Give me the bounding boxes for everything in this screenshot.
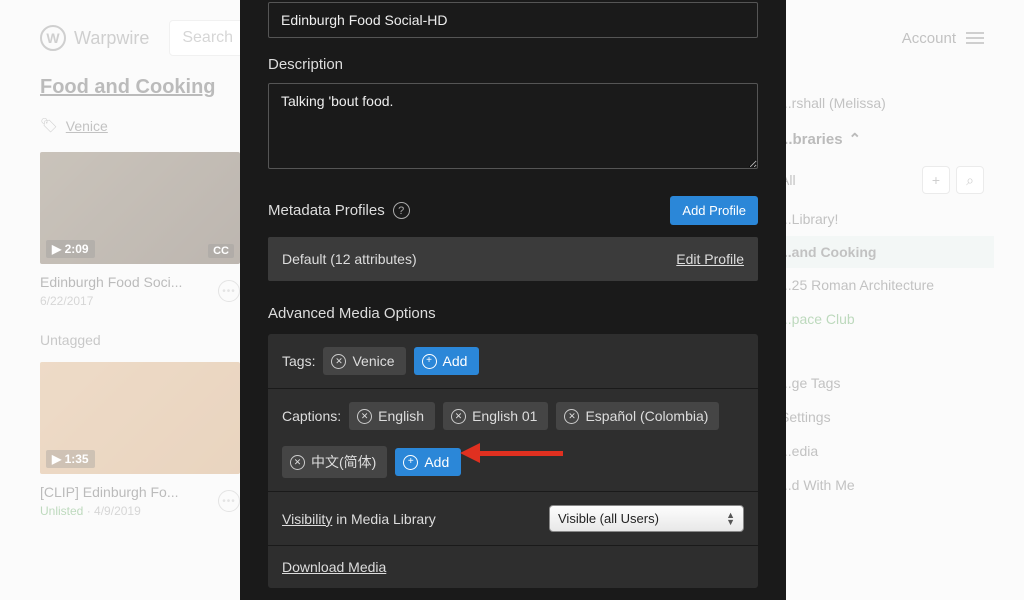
remove-icon[interactable]: ✕ [331, 354, 346, 369]
download-row: Download Media [268, 546, 758, 588]
remove-icon[interactable]: ✕ [357, 409, 372, 424]
select-arrows-icon: ▲▼ [726, 512, 735, 526]
description-textarea[interactable]: Talking 'bout food. [268, 83, 758, 169]
visibility-select[interactable]: Visible (all Users) ▲▼ [549, 505, 744, 532]
visibility-label: Visibility in Media Library [282, 511, 436, 527]
help-icon[interactable]: ? [393, 202, 410, 219]
remove-icon[interactable]: ✕ [290, 455, 305, 470]
plus-icon: + [422, 354, 437, 369]
remove-icon[interactable]: ✕ [564, 409, 579, 424]
add-tag-button[interactable]: + Add [414, 347, 480, 375]
visibility-row: Visibility in Media Library Visible (all… [268, 492, 758, 546]
description-label: Description [268, 56, 758, 73]
edit-profile-link[interactable]: Edit Profile [676, 251, 744, 267]
tag-chip[interactable]: ✕ Venice [323, 347, 405, 375]
download-media-link[interactable]: Download Media [282, 559, 386, 575]
media-settings-modal: Description Talking 'bout food. Metadata… [240, 0, 786, 600]
advanced-options-box: Tags: ✕ Venice + Add Captions: ✕ English… [268, 334, 758, 588]
advanced-options-label: Advanced Media Options [268, 305, 758, 322]
captions-row: Captions: ✕ English ✕ English 01 ✕ Españ… [268, 389, 758, 492]
metadata-label: Metadata Profiles ? [268, 202, 410, 219]
profile-name: Default (12 attributes) [282, 251, 417, 267]
metadata-profile-row: Default (12 attributes) Edit Profile [268, 237, 758, 281]
tags-label: Tags: [282, 353, 315, 369]
caption-chip[interactable]: ✕ English [349, 402, 435, 430]
caption-chip[interactable]: ✕ Español (Colombia) [556, 402, 719, 430]
caption-chip[interactable]: ✕ 中文(简体) [282, 446, 387, 478]
plus-icon: + [403, 455, 418, 470]
title-input[interactable] [268, 2, 758, 38]
captions-label: Captions: [282, 408, 341, 424]
tags-row: Tags: ✕ Venice + Add [268, 334, 758, 389]
add-caption-button[interactable]: + Add [395, 448, 461, 476]
remove-icon[interactable]: ✕ [451, 409, 466, 424]
add-profile-button[interactable]: Add Profile [670, 196, 758, 225]
caption-chip[interactable]: ✕ English 01 [443, 402, 548, 430]
